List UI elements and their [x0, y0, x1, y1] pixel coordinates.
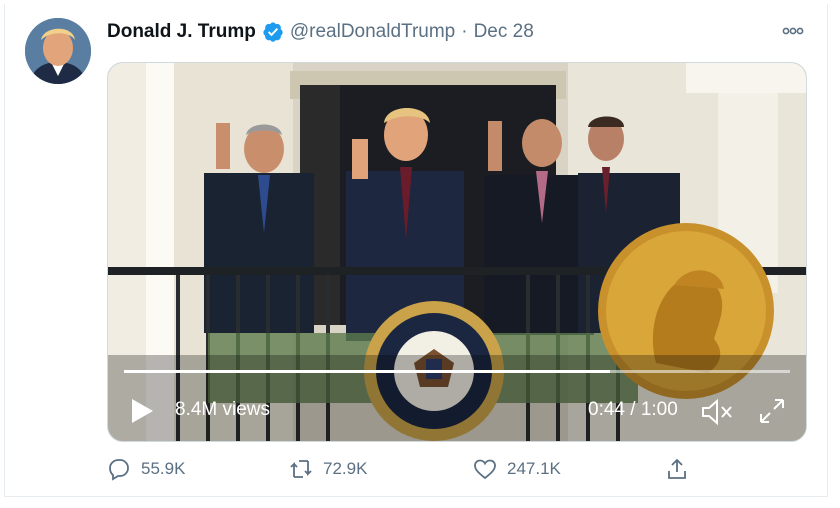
- video-time: 0:44 / 1:00: [588, 399, 678, 420]
- video-progress-fill: [124, 370, 611, 373]
- like-count: 247.1K: [507, 459, 561, 478]
- retweet-icon[interactable]: [289, 457, 313, 481]
- avatar[interactable]: [25, 18, 91, 84]
- reply-action[interactable]: 55.9K: [107, 454, 185, 484]
- retweet-count: 72.9K: [323, 459, 368, 478]
- tweet-actions: 55.9K 72.9K 247.1K: [107, 454, 707, 484]
- reply-icon[interactable]: [107, 457, 131, 481]
- verified-badge-icon: [263, 22, 283, 42]
- play-icon[interactable]: [128, 396, 156, 426]
- mute-icon[interactable]: [700, 397, 734, 427]
- share-icon[interactable]: [665, 457, 689, 481]
- avatar-image: [25, 18, 91, 84]
- share-action[interactable]: [665, 454, 689, 484]
- tweet-header: Donald J. Trump @realDonaldTrump · Dec 2…: [107, 18, 534, 46]
- view-count: 8.4M views: [175, 399, 271, 420]
- video-player[interactable]: 8.4M views 0:44 / 1:00: [107, 62, 807, 442]
- separator-dot: ·: [461, 21, 468, 42]
- reply-count: 55.9K: [141, 459, 186, 478]
- video-frame: [108, 63, 806, 441]
- author-handle[interactable]: @realDonaldTrump: [290, 21, 455, 43]
- tweet-date[interactable]: Dec 28: [474, 21, 534, 43]
- author-name[interactable]: Donald J. Trump: [107, 21, 256, 43]
- more-icon[interactable]: [782, 22, 804, 40]
- video-progress-bar[interactable]: [124, 370, 790, 373]
- retweet-action[interactable]: 72.9K: [289, 454, 367, 484]
- like-action[interactable]: 247.1K: [473, 454, 561, 484]
- fullscreen-icon[interactable]: [758, 397, 786, 425]
- like-icon[interactable]: [473, 457, 497, 481]
